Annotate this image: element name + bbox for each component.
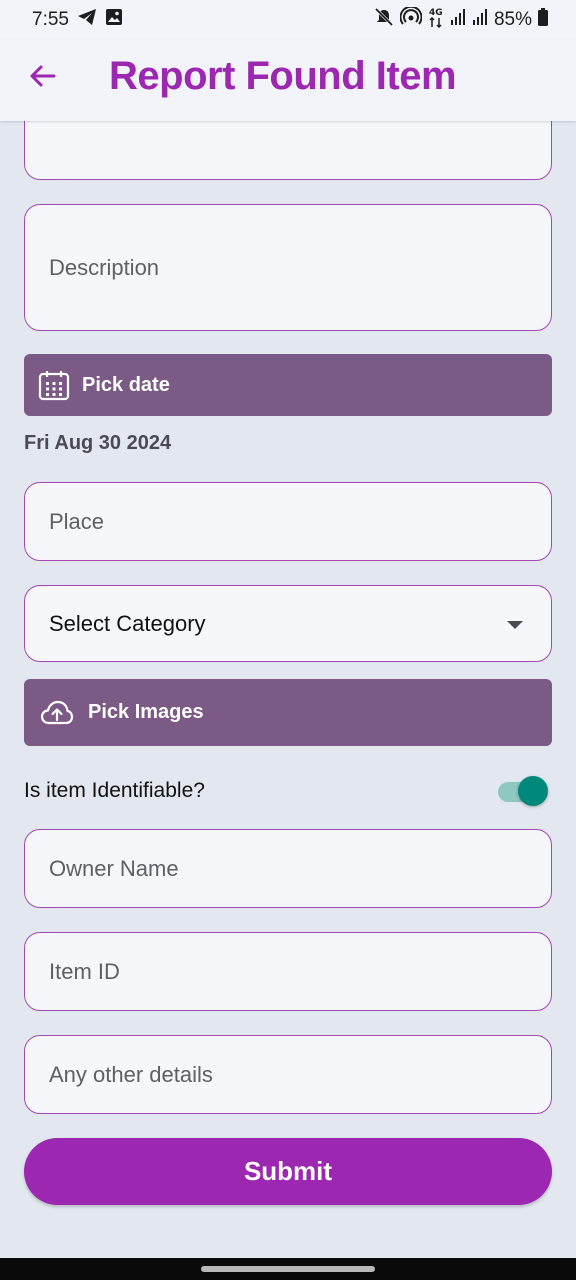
status-bar: 7:55 4G 85% [0, 0, 576, 40]
owner-name-field[interactable]: Owner Name [24, 829, 552, 908]
other-details-field[interactable]: Any other details [24, 1035, 552, 1114]
cloud-upload-icon [40, 700, 74, 726]
other-details-placeholder: Any other details [49, 1061, 213, 1087]
pick-date-label: Pick date [82, 373, 170, 396]
status-left: 7:55 [32, 8, 123, 32]
previous-field[interactable] [24, 121, 552, 180]
back-button[interactable] [24, 58, 60, 98]
nav-bar [0, 1258, 576, 1280]
pick-images-label: Pick Images [88, 701, 204, 723]
page-title: Report Found Item [109, 54, 457, 98]
identifiable-row: Is item Identifiable? [24, 771, 552, 811]
telegram-icon [77, 8, 97, 32]
place-placeholder: Place [49, 508, 105, 534]
signal-icon [450, 8, 466, 32]
owner-name-placeholder: Owner Name [49, 855, 179, 881]
description-field[interactable]: Description [24, 204, 552, 331]
item-id-placeholder: Item ID [49, 958, 120, 984]
description-placeholder: Description [49, 254, 160, 280]
category-select[interactable]: Select Category [24, 585, 552, 662]
battery-percent: 85% [493, 9, 532, 30]
app-bar: Report Found Item [0, 40, 576, 121]
mute-icon [374, 7, 394, 33]
place-field[interactable]: Place [24, 482, 552, 561]
hotspot-icon [399, 5, 423, 33]
arrow-left-icon [28, 62, 56, 95]
form-content[interactable]: Description Pick date Fri Aug 30 2024 Pl… [0, 121, 576, 1258]
selected-date: Fri Aug 30 2024 [24, 432, 172, 454]
toggle-thumb [518, 776, 548, 806]
pick-date-button[interactable]: Pick date [24, 354, 552, 416]
signal-icon [472, 8, 488, 32]
dropdown-caret-icon [507, 620, 523, 629]
calendar-icon [38, 369, 70, 401]
status-time: 7:55 [32, 9, 69, 30]
submit-button[interactable]: Submit [24, 1138, 552, 1205]
battery-icon [538, 8, 548, 32]
identifiable-toggle[interactable] [498, 776, 548, 806]
category-value: Select Category [49, 610, 206, 636]
identifiable-label: Is item Identifiable? [24, 779, 205, 802]
svg-text:4G: 4G [429, 8, 443, 18]
4g-icon: 4G [428, 6, 444, 34]
item-id-field[interactable]: Item ID [24, 932, 552, 1011]
home-gesture-pill[interactable] [201, 1266, 375, 1272]
pick-images-button[interactable]: Pick Images [24, 679, 552, 746]
gallery-icon [105, 8, 123, 32]
status-right: 4G 85% [374, 5, 548, 34]
